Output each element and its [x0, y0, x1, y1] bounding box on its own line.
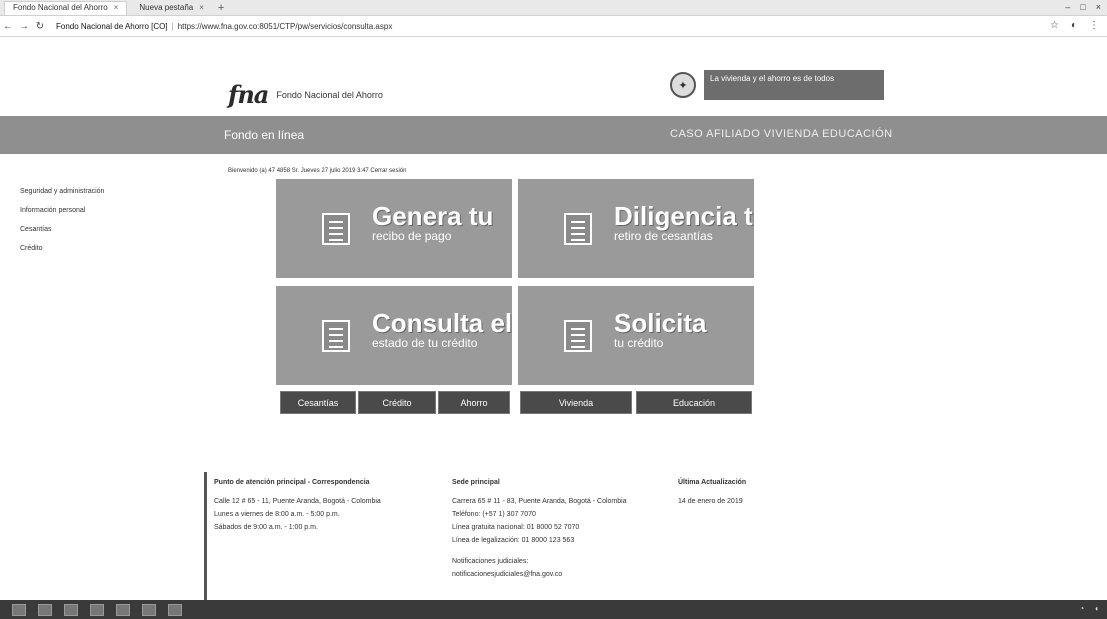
- minimize-icon[interactable]: –: [1065, 2, 1070, 12]
- taskbar-app-icon[interactable]: [90, 603, 104, 616]
- url-field[interactable]: Fondo Nacional de Ahorro [CO] | https://ww…: [56, 22, 392, 31]
- footer-col-actualizacion: Última Actualización 14 de enero de 2019: [678, 476, 818, 508]
- system-tray[interactable]: ◔ ◖: [1079, 604, 1099, 613]
- tile-subtitle: retiro de cesantías: [614, 229, 713, 243]
- footer-heading: Punto de atención principal - Correspond…: [214, 479, 370, 486]
- footer-col-sede: Sede principal Carrera 65 # 11 - 83, Pue…: [452, 476, 672, 581]
- footer-line: Línea de legalización: 01 8000 123 563: [452, 537, 575, 544]
- footer-heading: Sede principal: [452, 479, 500, 486]
- sidebar: Seguridad y administración Información p…: [20, 188, 104, 252]
- footer-line: Lunes a viernes de 8:00 a.m. - 5:00 p.m.: [214, 511, 340, 518]
- extension-icon[interactable]: ◐: [1071, 20, 1077, 31]
- maximize-icon[interactable]: □: [1080, 2, 1085, 12]
- browser-tab[interactable]: Nueva pestaña ×: [131, 1, 212, 15]
- address-bar: ← → ↻ Fondo Nacional de Ahorro [CO] | http…: [0, 17, 1107, 37]
- gov-banner: La vivienda y el ahorro es de todos: [704, 70, 884, 100]
- browser-tab-active[interactable]: Fondo Nacional del Ahorro ×: [4, 0, 128, 15]
- banner-title: Fondo en línea: [224, 128, 305, 142]
- tile-subtitle: tu crédito: [614, 336, 664, 350]
- welcome-text: Bienvenido (a) 47 4858 Sr. Jueves 27 jul…: [228, 168, 407, 174]
- reload-icon[interactable]: ↻: [32, 21, 48, 32]
- sidebar-item-informacion[interactable]: Información personal: [20, 207, 104, 214]
- tab-label: Nueva pestaña: [139, 2, 194, 12]
- receipt-icon: [322, 213, 350, 245]
- seal-icon: ✦: [670, 72, 696, 98]
- window-controls: – □ ×: [1065, 2, 1101, 12]
- volume-icon[interactable]: ◖: [1094, 604, 1099, 613]
- forward-icon[interactable]: →: [16, 21, 32, 32]
- footer-line: Línea gratuita nacional: 01 8000 52 7070: [452, 524, 580, 531]
- sidebar-item-credito[interactable]: Crédito: [20, 245, 104, 252]
- cesantias-button[interactable]: Cesantías: [280, 391, 356, 414]
- menu-icon[interactable]: ⋮: [1089, 20, 1099, 31]
- document-icon: [322, 320, 350, 352]
- footer-line: Notificaciones judiciales:: [452, 558, 529, 565]
- footer-line: Teléfono: (+57 1) 307 7070: [452, 511, 536, 518]
- close-icon[interactable]: ×: [114, 1, 119, 15]
- page-banner: Fondo en línea CASO AFILIADO VIVIENDA ED…: [0, 116, 1107, 154]
- url-text: https://www.fna.gov.co:8051/CTP/pw/servi…: [177, 22, 393, 31]
- footer-line: [452, 547, 672, 555]
- footer-line: Calle 12 # 65 - 11, Puente Aranda, Bogot…: [214, 498, 381, 505]
- browser-tabbar: Fondo Nacional del Ahorro × Nueva pestañ…: [0, 0, 1107, 16]
- close-window-icon[interactable]: ×: [1096, 2, 1101, 12]
- start-icon[interactable]: [12, 603, 26, 616]
- os-taskbar: ◔ ◖: [0, 600, 1107, 619]
- gov-logo: ✦ La vivienda y el ahorro es de todos: [670, 70, 884, 100]
- tile-diligenciar-retiro[interactable]: Diligencia tu retiro de cesantías: [518, 179, 754, 278]
- banner-subtitle: CASO AFILIADO VIVIENDA EDUCACIÓN: [670, 128, 893, 140]
- back-icon[interactable]: ←: [0, 21, 16, 32]
- credito-button[interactable]: Crédito: [358, 391, 436, 414]
- url-site: Fondo Nacional de Ahorro [CO]: [56, 22, 168, 31]
- new-tab-icon[interactable]: +: [218, 2, 224, 14]
- tile-subtitle: estado de tu crédito: [372, 336, 478, 350]
- taskbar-app-icon[interactable]: [116, 603, 130, 616]
- footer-col-atencion: Punto de atención principal - Correspond…: [214, 476, 439, 534]
- footer-email-link[interactable]: notificacionesjudiciales@fna.gov.co: [452, 568, 672, 581]
- taskbar-app-icon[interactable]: [168, 603, 182, 616]
- footer-heading: Última Actualización: [678, 479, 747, 486]
- tile-solicitar-credito[interactable]: Solicita tu crédito: [518, 286, 754, 385]
- tile-title: Consulta el: [372, 308, 512, 338]
- network-icon[interactable]: ◔: [1079, 604, 1084, 613]
- taskbar-app-icon[interactable]: [142, 603, 156, 616]
- tile-consultar-estado[interactable]: Consulta el estado de tu crédito: [276, 286, 512, 385]
- vivienda-button[interactable]: Vivienda: [520, 391, 632, 414]
- tile-title: Solicita: [614, 308, 707, 338]
- taskbar-app-icon[interactable]: [64, 603, 78, 616]
- taskbar-app-icon[interactable]: [38, 603, 52, 616]
- tile-title: Diligencia tu: [614, 201, 754, 231]
- calendar-icon: [564, 320, 592, 352]
- tile-subtitle: recibo de pago: [372, 229, 452, 243]
- tile-generar-recibo[interactable]: Genera tu recibo de pago: [276, 179, 512, 278]
- footer-divider: [204, 472, 207, 600]
- site-name: Fondo Nacional del Ahorro: [276, 89, 383, 100]
- star-icon[interactable]: ☆: [1050, 20, 1059, 31]
- footer-line: Carrera 65 # 11 - 83, Puente Aranda, Bog…: [452, 498, 627, 505]
- educacion-button[interactable]: Educación: [636, 391, 752, 414]
- footer-line: Sábados de 9:00 a.m. - 1:00 p.m.: [214, 524, 318, 531]
- tab-label: Fondo Nacional del Ahorro: [13, 3, 108, 12]
- sidebar-item-cesantias[interactable]: Cesantías: [20, 226, 104, 233]
- tile-title: Genera tu: [372, 201, 494, 231]
- form-icon: [564, 213, 592, 245]
- sidebar-item-seguridad[interactable]: Seguridad y administración: [20, 188, 104, 195]
- footer-line: 14 de enero de 2019: [678, 498, 743, 505]
- ahorro-button[interactable]: Ahorro: [438, 391, 510, 414]
- close-icon[interactable]: ×: [199, 1, 204, 15]
- fna-logo: fna: [228, 80, 269, 109]
- site-logo[interactable]: fna Fondo Nacional del Ahorro: [228, 80, 383, 109]
